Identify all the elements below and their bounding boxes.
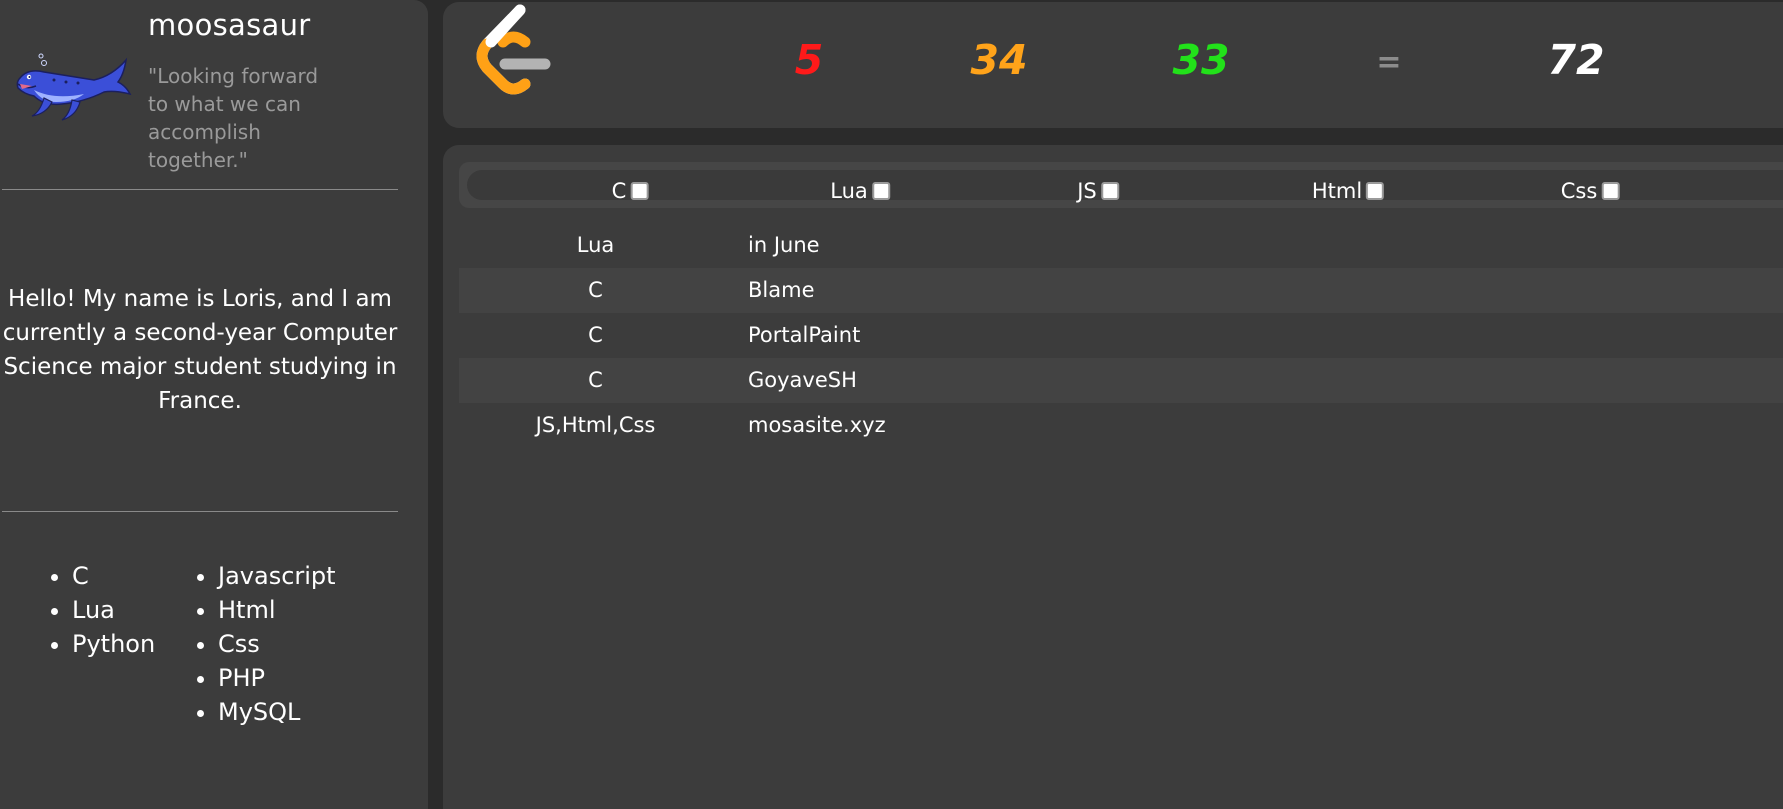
filter-label: JS: [1077, 179, 1097, 203]
project-row[interactable]: C Blame: [459, 268, 1783, 313]
project-row[interactable]: C GoyaveSH: [459, 358, 1783, 403]
filter-label: Html: [1311, 179, 1363, 203]
project-language: C: [588, 368, 603, 392]
username: moosasaur: [148, 8, 311, 42]
project-language: Lua: [576, 233, 615, 257]
filter-js[interactable]: JS: [1077, 176, 1119, 206]
medium-solved-count: 34: [970, 36, 1028, 84]
language-item: Javascript: [218, 559, 336, 593]
project-language: C: [588, 323, 603, 347]
total-solved-count: 72: [1547, 36, 1605, 84]
project-name[interactable]: GoyaveSH: [748, 358, 857, 403]
filter-lua[interactable]: Lua: [830, 176, 890, 206]
equals-sign: =: [1376, 45, 1402, 80]
languages-list-web: Javascript Html Css PHP MySQL: [196, 559, 336, 729]
filter-c-checkbox[interactable]: [630, 182, 649, 200]
language-item: C: [72, 559, 155, 593]
languages-list-primary: C Lua Python: [50, 559, 155, 661]
project-row[interactable]: C PortalPaint: [459, 313, 1783, 358]
filter-css-checkbox[interactable]: [1601, 182, 1620, 200]
filter-html[interactable]: Html: [1311, 176, 1385, 206]
divider: [2, 189, 398, 190]
project-row[interactable]: Lua in June: [459, 223, 1783, 268]
project-name[interactable]: mosasite.xyz: [748, 403, 886, 448]
filter-c[interactable]: C: [612, 176, 649, 206]
language-item: PHP: [218, 661, 336, 695]
language-item: Lua: [72, 593, 155, 627]
project-name[interactable]: PortalPaint: [748, 313, 860, 358]
language-item: Css: [218, 627, 336, 661]
language-item: Python: [72, 627, 155, 661]
profile-sidebar: moosasaur "Looking forward to what we ca…: [0, 0, 428, 809]
filter-label: C: [611, 179, 627, 203]
bio-text: Hello! My name is Loris, and I am curren…: [2, 286, 398, 414]
filter-js-checkbox[interactable]: [1100, 182, 1119, 200]
language-item: MySQL: [218, 695, 336, 729]
hard-solved-count: 33: [1172, 36, 1230, 84]
filter-css[interactable]: Css: [1561, 176, 1620, 206]
project-language: JS,Html,Css: [535, 413, 656, 437]
filter-html-checkbox[interactable]: [1366, 182, 1385, 200]
leetcode-stats-panel: 5 34 33 = 72: [443, 2, 1783, 128]
project-language: C: [588, 278, 603, 302]
filter-label: Css: [1560, 179, 1598, 203]
project-row[interactable]: JS,Html,Css mosasite.xyz: [459, 403, 1783, 448]
divider: [2, 511, 398, 512]
easy-solved-count: 5: [794, 36, 824, 84]
language-item: Html: [218, 593, 336, 627]
project-name[interactable]: Blame: [748, 268, 815, 313]
mosasaur-avatar: [16, 53, 132, 121]
profile-quote: "Looking forward to what we can accompli…: [148, 64, 319, 172]
leetcode-logo-icon[interactable]: [463, 2, 563, 112]
filter-label: Lua: [830, 179, 868, 203]
project-name[interactable]: in June: [748, 223, 820, 268]
filter-lua-checkbox[interactable]: [871, 182, 890, 200]
